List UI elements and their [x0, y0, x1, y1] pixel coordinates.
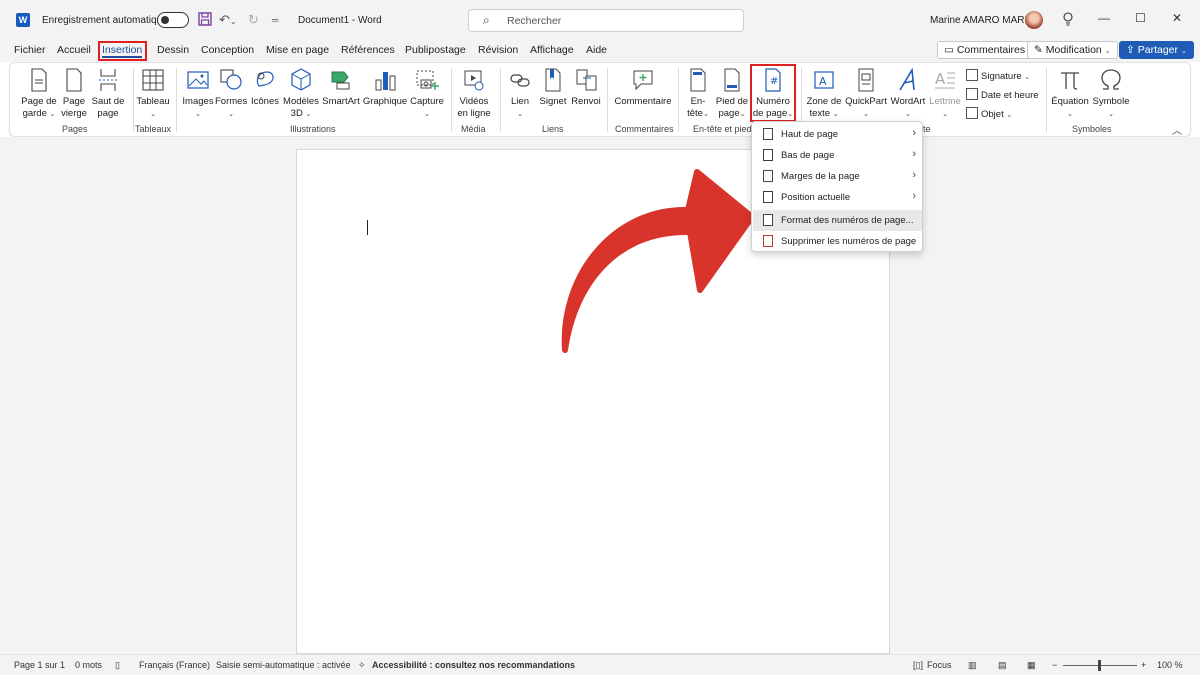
page-top-icon — [763, 128, 773, 140]
zoom-level[interactable]: 100 % — [1157, 660, 1183, 670]
zoom-in-button[interactable]: + — [1141, 660, 1146, 670]
annotation-arrow — [561, 169, 755, 353]
menu-item-format-des-numeros[interactable]: Format des numéros de page... — [753, 210, 922, 231]
menu-item-label: Position actuelle — [781, 192, 851, 203]
menu-item-label: Haut de page — [781, 129, 839, 140]
menu-item-label: Marges de la page — [781, 171, 860, 182]
chevron-right-icon: › — [912, 169, 916, 181]
page-number-menu: Haut de page › Bas de page › Marges de l… — [751, 121, 923, 252]
focus-mode-button[interactable]: Focus — [927, 660, 952, 670]
menu-item-bas-de-page[interactable]: Bas de page › — [753, 145, 922, 166]
chevron-right-icon: › — [912, 127, 916, 139]
proofing-icon[interactable]: ▯ — [115, 660, 120, 671]
zoom-slider-thumb[interactable] — [1098, 660, 1101, 671]
menu-item-label: Bas de page — [781, 150, 835, 161]
page-count[interactable]: Page 1 sur 1 — [14, 660, 65, 670]
accessibility-icon: ✧ — [358, 660, 366, 670]
chevron-right-icon: › — [912, 190, 916, 202]
menu-item-haut-de-page[interactable]: Haut de page › — [753, 124, 922, 145]
menu-item-label: Supprimer les numéros de page — [781, 236, 917, 247]
page-margins-icon — [763, 170, 773, 182]
remove-page-number-icon — [763, 235, 773, 247]
menu-item-position-actuelle[interactable]: Position actuelle › — [753, 187, 922, 208]
accessibility-status[interactable]: Accessibilité : consultez nos recommanda… — [372, 660, 575, 670]
focus-icon: [▯] — [913, 660, 923, 670]
zoom-out-button[interactable]: − — [1052, 660, 1057, 670]
status-bar: Page 1 sur 1 0 mots ▯ Français (France) … — [0, 654, 1200, 675]
language[interactable]: Français (France) — [139, 660, 210, 670]
menu-item-supprimer-numeros[interactable]: Supprimer les numéros de page — [753, 231, 922, 252]
word-count[interactable]: 0 mots — [75, 660, 102, 670]
chevron-right-icon: › — [912, 148, 916, 160]
menu-item-marges-de-la-page[interactable]: Marges de la page › — [753, 166, 922, 187]
read-mode-icon[interactable]: ▥ — [968, 660, 977, 671]
predictive-text-status[interactable]: Saisie semi-automatique : activée — [216, 660, 351, 670]
web-layout-icon[interactable]: ▦ — [1027, 660, 1036, 671]
print-layout-icon[interactable]: ▤ — [998, 660, 1007, 671]
menu-item-label: Format des numéros de page... — [781, 215, 914, 226]
page-bottom-icon — [763, 149, 773, 161]
format-page-number-icon — [763, 214, 773, 226]
current-position-icon — [763, 191, 773, 203]
